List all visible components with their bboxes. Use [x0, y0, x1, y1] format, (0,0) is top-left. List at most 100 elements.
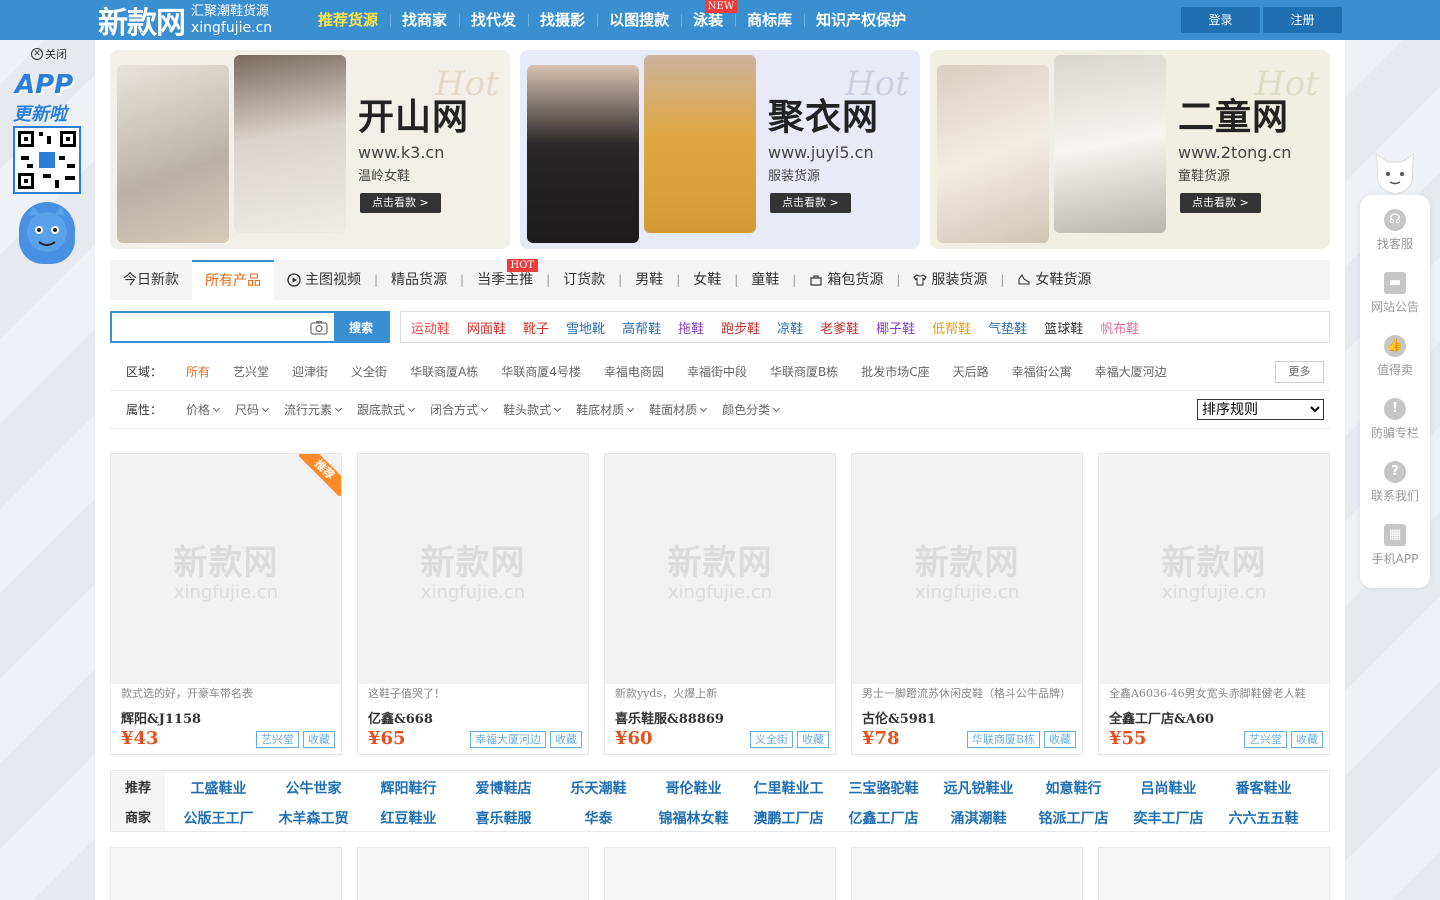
shop-link[interactable]: 亿鑫工厂店	[836, 808, 931, 828]
keyword-link[interactable]: 椰子鞋	[870, 318, 921, 337]
tab-today-new[interactable]: 今日新款	[110, 260, 192, 300]
banner-2tong[interactable]: Hot 二童网 www.2tong.cn 童鞋货源 点击看款 >	[930, 50, 1330, 249]
shop-link[interactable]: 铭派工厂店	[1026, 808, 1121, 828]
shop-link[interactable]: 工盛鞋业	[171, 778, 266, 798]
attribute-dropdown[interactable]: 跟底款式	[357, 401, 414, 418]
nav-find-merchant[interactable]: 找商家	[390, 0, 459, 40]
sidebar-worth-selling[interactable]: 👍 值得卖	[1360, 335, 1430, 378]
shop-link[interactable]: 吕尚鞋业	[1121, 778, 1216, 798]
shop-link[interactable]: 乐天潮鞋	[551, 778, 646, 798]
more-button[interactable]: 更多	[1275, 361, 1324, 383]
product-image[interactable]: 新款网 xingfujie.cn	[358, 454, 588, 684]
region-option[interactable]: 艺兴堂	[233, 363, 269, 380]
shop-link[interactable]: 六六五五鞋	[1216, 808, 1311, 828]
favorite-button[interactable]: 收藏	[1044, 731, 1076, 748]
login-button[interactable]: 登录	[1181, 7, 1260, 33]
location-tag[interactable]: 华联商厦B栋	[966, 731, 1040, 748]
keyword-link[interactable]: 雪地靴	[560, 318, 611, 337]
product-card[interactable]: 新款网 xingfujie.cn 推荐 款式选的好，开豪车带名表 辉阳&J1158 ¥43…	[110, 453, 342, 755]
tab-all-products[interactable]: 所有产品	[192, 260, 274, 300]
nav-dropship[interactable]: 找代发	[459, 0, 528, 40]
keyword-link[interactable]: 气垫鞋	[982, 318, 1033, 337]
banner-view-button[interactable]: 点击看款 >	[770, 193, 851, 213]
attribute-dropdown[interactable]: 鞋面材质	[649, 401, 706, 418]
product-card[interactable]: 新款网 xingfujie.cn 新款yyds，火爆上新 喜乐鞋服&88869 ¥60 义…	[604, 453, 836, 755]
shop-link[interactable]: 涌淇潮鞋	[931, 808, 1026, 828]
shop-link[interactable]: 公版王工厂	[171, 808, 266, 828]
shop-link[interactable]: 番客鞋业	[1216, 778, 1311, 798]
shop-link[interactable]: 奕丰工厂店	[1121, 808, 1216, 828]
sidebar-mobile-app[interactable]: ▦ 手机APP	[1360, 524, 1430, 567]
shop-link[interactable]: 哥伦鞋业	[646, 778, 741, 798]
shop-link[interactable]: 木羊森工贸	[266, 808, 361, 828]
shop-link[interactable]: 爱博鞋店	[456, 778, 551, 798]
app-promo[interactable]: ✕ 关闭 APP 更新啦	[9, 44, 85, 266]
tab-seasonal[interactable]: 当季主推 HOT	[464, 259, 546, 300]
product-description[interactable]: 新款yyds，火爆上新	[615, 685, 827, 701]
nav-trademark[interactable]: 商标库	[735, 0, 804, 40]
favorite-button[interactable]: 收藏	[1291, 731, 1323, 748]
product-image[interactable]: 新款网 xingfujie.cn	[1099, 454, 1329, 684]
shop-link[interactable]: 如意鞋行	[1026, 778, 1121, 798]
location-tag[interactable]: 幸福大厦河边	[470, 731, 546, 748]
banner-k3[interactable]: Hot 开山网 www.k3.cn 温岭女鞋 点击看款 >	[110, 50, 510, 249]
product-description[interactable]: 男士一脚蹬流苏休闲皮鞋（格斗公牛品牌）	[862, 685, 1074, 701]
location-tag[interactable]: 义全街	[750, 731, 793, 748]
region-option[interactable]: 幸福大厦河边	[1095, 363, 1167, 380]
tab-bags[interactable]: 箱包货源	[796, 260, 896, 300]
site-logo[interactable]: 新款网 汇聚潮鞋货源 xingfujie.cn	[98, 3, 272, 41]
tab-video[interactable]: 主图视频	[274, 260, 374, 300]
location-tag[interactable]: 艺兴堂	[256, 731, 299, 748]
product-description[interactable]: 全鑫A6036-46男女宽头赤脚鞋健老人鞋	[1109, 685, 1321, 701]
close-button[interactable]: ✕ 关闭	[31, 46, 67, 62]
favorite-button[interactable]: 收藏	[303, 731, 335, 748]
nav-image-search[interactable]: 以图搜款	[597, 0, 681, 40]
sidebar-notice[interactable]: ▬ 网站公告	[1360, 272, 1430, 315]
sort-select[interactable]: 排序规则	[1197, 399, 1324, 420]
shop-link[interactable]: 三宝骆驼鞋	[836, 778, 931, 798]
shop-link[interactable]: 辉阳鞋行	[361, 778, 456, 798]
region-option[interactable]: 幸福街公寓	[1012, 363, 1072, 380]
product-shop[interactable]: 喜乐鞋服&88869	[615, 708, 724, 727]
shop-link[interactable]: 锦福林女鞋	[646, 808, 741, 828]
product-card[interactable]	[604, 847, 836, 900]
keyword-link[interactable]: 篮球鞋	[1038, 318, 1089, 337]
keyword-link[interactable]: 拖鞋	[672, 318, 710, 337]
product-card[interactable]	[357, 847, 589, 900]
product-image[interactable]: 新款网 xingfujie.cn	[852, 454, 1082, 684]
region-option[interactable]: 华联商厦A栋	[410, 363, 478, 380]
region-option[interactable]: 所有	[186, 363, 210, 380]
region-option[interactable]: 幸福街中段	[687, 363, 747, 380]
region-option[interactable]: 华联商厦4号楼	[501, 363, 581, 380]
product-shop[interactable]: 古伦&5981	[862, 708, 936, 727]
attribute-dropdown[interactable]: 流行元素	[284, 401, 341, 418]
banner-view-button[interactable]: 点击看款 >	[360, 193, 441, 213]
tab-clothing[interactable]: 服装货源	[900, 260, 1000, 300]
product-description[interactable]: 这鞋子值哭了！	[368, 685, 580, 701]
register-button[interactable]: 注册	[1263, 7, 1342, 33]
tab-preorder[interactable]: 订货款	[550, 260, 618, 300]
keyword-link[interactable]: 靴子	[517, 318, 555, 337]
attribute-dropdown[interactable]: 鞋头款式	[503, 401, 560, 418]
attribute-dropdown[interactable]: 鞋底材质	[576, 401, 633, 418]
region-option[interactable]: 幸福电商园	[604, 363, 664, 380]
location-tag[interactable]: 艺兴堂	[1244, 731, 1287, 748]
shop-link[interactable]: 喜乐鞋服	[456, 808, 551, 828]
nav-swimwear[interactable]: 泳装 NEW	[681, 0, 738, 40]
keyword-link[interactable]: 凉鞋	[771, 318, 809, 337]
attribute-dropdown[interactable]: 颜色分类	[722, 401, 779, 418]
keyword-link[interactable]: 老爹鞋	[814, 318, 865, 337]
product-card[interactable]	[110, 847, 342, 900]
attribute-dropdown[interactable]: 价格	[186, 401, 219, 418]
region-option[interactable]: 批发市场C座	[861, 363, 929, 380]
nav-photography[interactable]: 找摄影	[528, 0, 597, 40]
banner-view-button[interactable]: 点击看款 >	[1180, 193, 1261, 213]
shop-link[interactable]: 远凡锐鞋业	[931, 778, 1026, 798]
product-card[interactable]	[1098, 847, 1330, 900]
region-option[interactable]: 华联商厦B栋	[770, 363, 838, 380]
product-description[interactable]: 款式选的好，开豪车带名表	[121, 685, 333, 701]
banner-juyi5[interactable]: Hot 聚衣网 www.juyi5.cn 服装货源 点击看款 >	[520, 50, 920, 249]
keyword-link[interactable]: 低帮鞋	[926, 318, 977, 337]
tab-kids-shoes[interactable]: 童鞋	[738, 260, 792, 300]
favorite-button[interactable]: 收藏	[550, 731, 582, 748]
